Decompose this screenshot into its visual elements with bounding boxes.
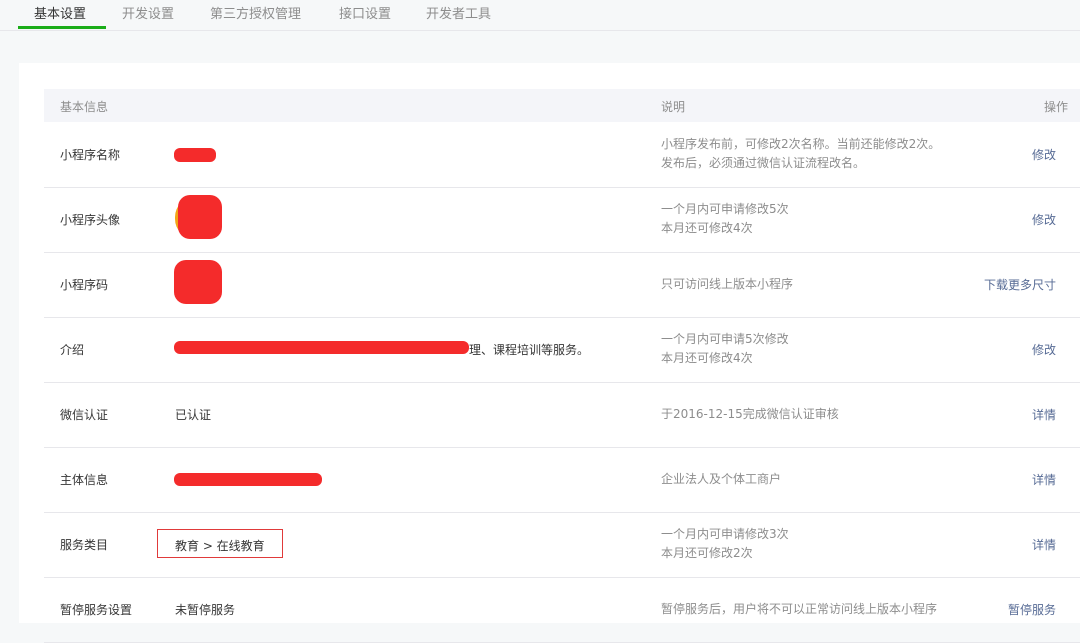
header-basic-info: 基本信息 xyxy=(60,100,109,114)
row-desc-line1: 一个月内可申请修改3次 xyxy=(661,527,789,541)
row-desc-line2: 本月还可修改2次 xyxy=(661,546,753,560)
row-desc-line1: 小程序发布前，可修改2次名称。当前还能修改2次。 xyxy=(661,137,941,151)
entity-redaction-mark xyxy=(174,473,322,486)
tab-dev-tools[interactable]: 开发者工具 xyxy=(426,3,491,29)
table-row-mini-program-name: 小程序名称 小程序发布前，可修改2次名称。当前还能修改2次。 发布后，必须通过微… xyxy=(44,122,1080,188)
table-row-pause-service: 暂停服务设置 未暂停服务 暂停服务后，用户将不可以正常访问线上版本小程序 暂停服… xyxy=(44,577,1080,643)
row-desc-line1: 暂停服务后，用户将不可以正常访问线上版本小程序 xyxy=(661,602,938,616)
entity-details-link[interactable]: 详情 xyxy=(1032,471,1056,488)
row-label: 小程序码 xyxy=(60,278,109,292)
row-label: 介绍 xyxy=(60,343,85,357)
pause-service-link[interactable]: 暂停服务 xyxy=(1008,601,1056,618)
row-desc-line1: 企业法人及个体工商户 xyxy=(661,472,782,486)
download-sizes-link[interactable]: 下载更多尺寸 xyxy=(984,276,1056,293)
basic-info-panel: 基本信息 说明 操作 小程序名称 小程序发布前，可修改2次名称。当前还能修改2次… xyxy=(19,63,1080,643)
table-row-intro: 介绍 理、课程培训等服务。 一个月内可申请5次修改 本月还可修改4次 修改 xyxy=(44,317,1080,383)
row-label: 主体信息 xyxy=(60,473,109,487)
category-value: 教育 > 在线教育 xyxy=(175,539,265,553)
table-header: 基本信息 说明 操作 xyxy=(44,89,1080,122)
verify-status-value: 已认证 xyxy=(175,408,212,422)
tab-third-party-auth[interactable]: 第三方授权管理 xyxy=(210,3,301,29)
header-description: 说明 xyxy=(661,100,686,114)
row-label: 暂停服务设置 xyxy=(60,603,133,617)
edit-name-link[interactable]: 修改 xyxy=(1032,146,1056,163)
row-desc-line1: 只可访问线上版本小程序 xyxy=(661,277,794,291)
row-label: 小程序名称 xyxy=(60,148,121,162)
row-desc-line2: 本月还可修改4次 xyxy=(661,221,753,235)
edit-intro-link[interactable]: 修改 xyxy=(1032,341,1056,358)
verify-details-link[interactable]: 详情 xyxy=(1032,406,1056,423)
table-row-wechat-verify: 微信认证 已认证 于2016-12-15完成微信认证审核 详情 xyxy=(44,382,1080,448)
row-desc-line1: 一个月内可申请5次修改 xyxy=(661,332,789,346)
row-label: 服务类目 xyxy=(60,538,109,552)
avatar-redaction-mark xyxy=(178,195,222,239)
table-row-service-category: 服务类目 教育 > 在线教育 一个月内可申请修改3次 本月还可修改2次 详情 xyxy=(44,512,1080,578)
row-desc-line1: 于2016-12-15完成微信认证审核 xyxy=(661,407,839,421)
row-label: 微信认证 xyxy=(60,408,109,422)
intro-redaction-mark xyxy=(174,341,469,354)
table-row-qr-code: 小程序码 只可访问线上版本小程序 下载更多尺寸 xyxy=(44,252,1080,318)
category-details-link[interactable]: 详情 xyxy=(1032,536,1056,553)
header-action: 操作 xyxy=(1043,100,1068,114)
qr-redaction-mark xyxy=(174,260,222,304)
table-row-avatar: 小程序头像 一个月内可申请修改5次 本月还可修改4次 修改 xyxy=(44,187,1080,253)
category-highlight-box: 教育 > 在线教育 xyxy=(157,529,283,558)
tab-dev-settings[interactable]: 开发设置 xyxy=(122,3,174,29)
table-row-entity-info: 主体信息 企业法人及个体工商户 详情 xyxy=(44,447,1080,513)
top-tab-bar: 基本设置 开发设置 第三方授权管理 接口设置 开发者工具 xyxy=(0,0,1080,31)
pause-status-value: 未暂停服务 xyxy=(175,603,236,617)
row-desc-line1: 一个月内可申请修改5次 xyxy=(661,202,789,216)
row-desc-line2: 本月还可修改4次 xyxy=(661,351,753,365)
row-desc-line2: 发布后，必须通过微信认证流程改名。 xyxy=(661,156,866,170)
tab-api-settings[interactable]: 接口设置 xyxy=(339,3,391,29)
redaction-mark xyxy=(174,148,216,162)
intro-visible-text: 理、课程培训等服务。 xyxy=(469,343,590,357)
edit-avatar-link[interactable]: 修改 xyxy=(1032,211,1056,228)
active-tab-indicator xyxy=(18,26,106,29)
row-label: 小程序头像 xyxy=(60,213,121,227)
